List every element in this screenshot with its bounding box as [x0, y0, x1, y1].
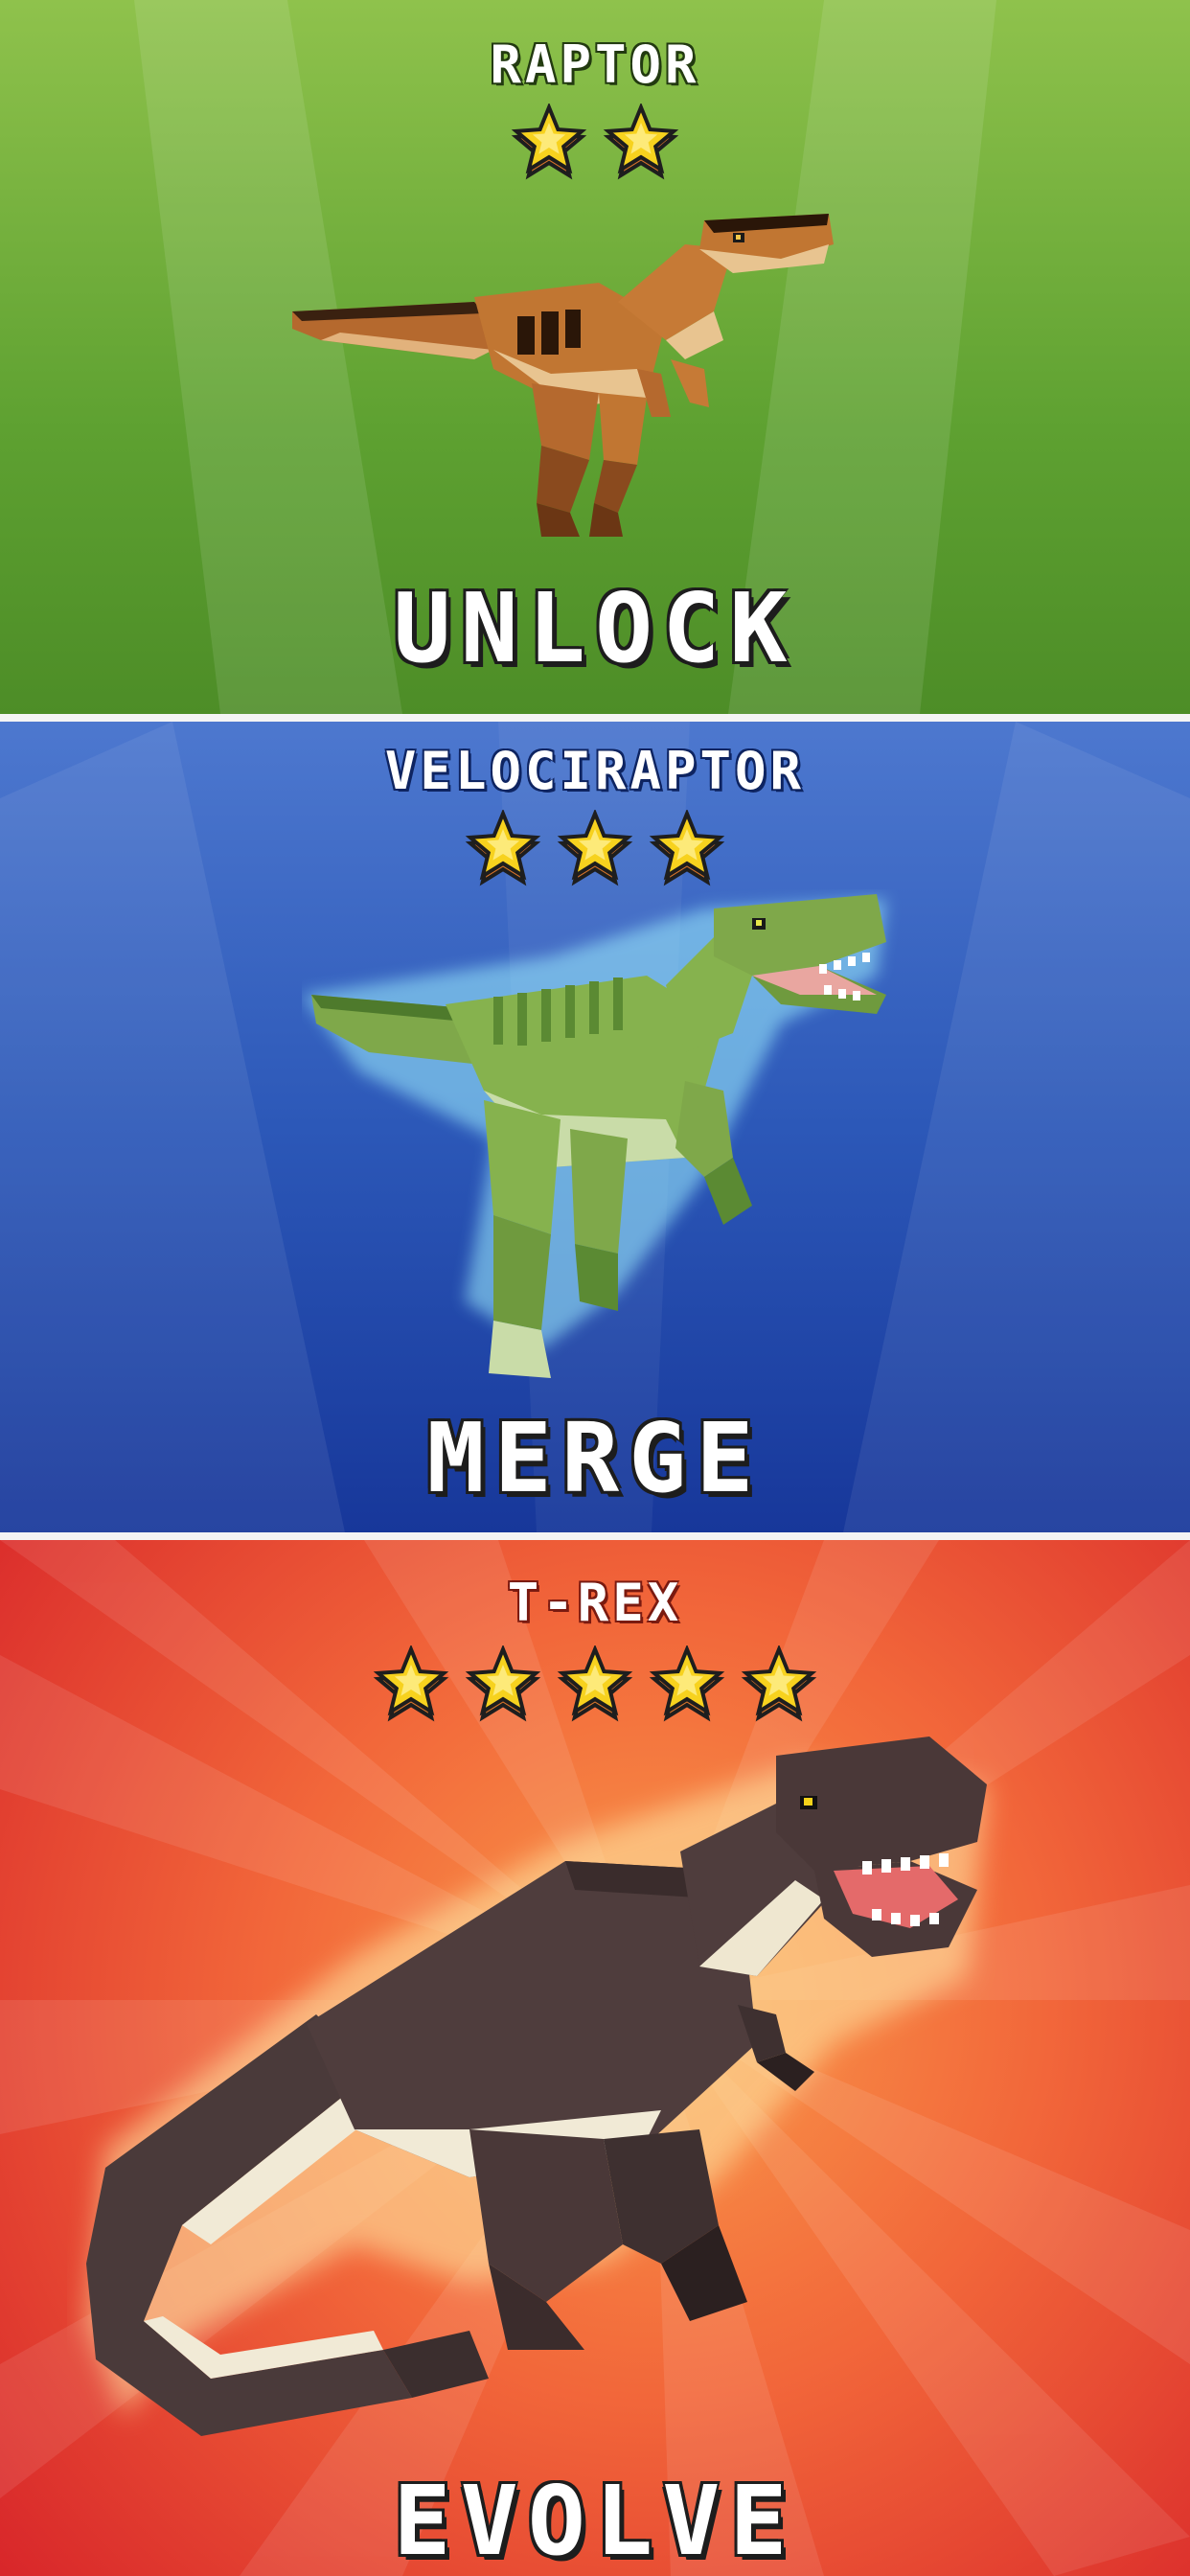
star-icon — [465, 1645, 541, 1722]
star-icon — [557, 810, 633, 886]
star-rating — [0, 810, 1190, 886]
raptor-illustration — [292, 214, 834, 537]
star-rating — [0, 104, 1190, 180]
star-icon — [649, 810, 725, 886]
star-icon — [465, 810, 541, 886]
star-icon — [511, 104, 587, 180]
dino-name: T-REX — [507, 1573, 683, 1633]
velociraptor-illustration — [302, 894, 886, 1378]
star-icon — [373, 1645, 449, 1722]
t-rex-illustration — [86, 1736, 987, 2436]
panel-t-rex[interactable]: T-REX EVOLVE — [0, 1540, 1190, 2576]
action-label: EVOLVE — [393, 2465, 797, 2576]
dino-name: RAPTOR — [490, 34, 700, 95]
star-icon — [741, 1645, 817, 1722]
star-icon — [649, 1645, 725, 1722]
star-icon — [603, 104, 679, 180]
star-icon — [557, 1645, 633, 1722]
action-label: MERGE — [426, 1402, 764, 1514]
panel-raptor[interactable]: RAPTOR UNLOCK — [0, 0, 1190, 714]
action-label: UNLOCK — [393, 572, 797, 684]
dino-name: VELOCIRAPTOR — [384, 741, 806, 801]
star-rating — [0, 1645, 1190, 1722]
panel-velociraptor[interactable]: VELOCIRAPTOR MERGE — [0, 722, 1190, 1532]
